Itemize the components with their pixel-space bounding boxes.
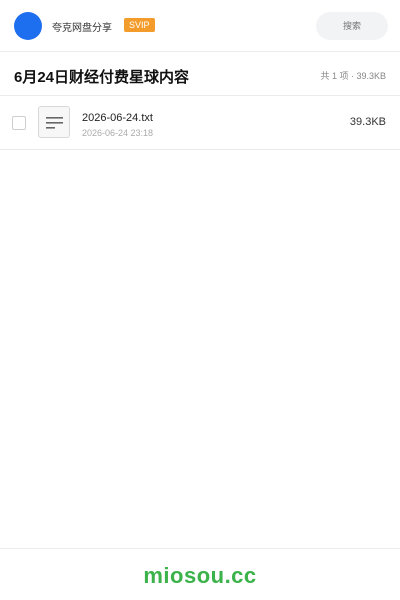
file-checkbox[interactable] [12, 116, 26, 130]
file-date: 2026-06-24 23:18 [82, 128, 154, 138]
share-page: 夸克网盘分享 SVIP 6月24日财经付费星球内容 共 1 项 · 39.3KB… [0, 0, 400, 600]
avatar[interactable] [14, 12, 42, 40]
app-name: 夸克网盘分享 [52, 23, 112, 34]
folder-header: 6月24日财经付费星球内容 共 1 项 · 39.3KB [0, 52, 400, 96]
footer: miosou.cc [0, 548, 400, 600]
folder-summary: 共 1 项 · 39.3KB [320, 71, 386, 81]
header: 夸克网盘分享 SVIP [0, 0, 400, 52]
file-name[interactable]: 2026-06-24.txt [82, 112, 153, 124]
file-size: 39.3KB [349, 116, 386, 128]
search-input[interactable] [316, 12, 388, 40]
page-title: 6月24日财经付费星球内容 [14, 69, 190, 86]
list-item[interactable]: 2026-06-24.txt 2026-06-24 23:18 39.3KB [0, 96, 400, 150]
svip-badge: SVIP [124, 18, 155, 32]
brand-logo-text[interactable]: miosou.cc [0, 563, 400, 589]
text-file-icon [38, 106, 70, 138]
